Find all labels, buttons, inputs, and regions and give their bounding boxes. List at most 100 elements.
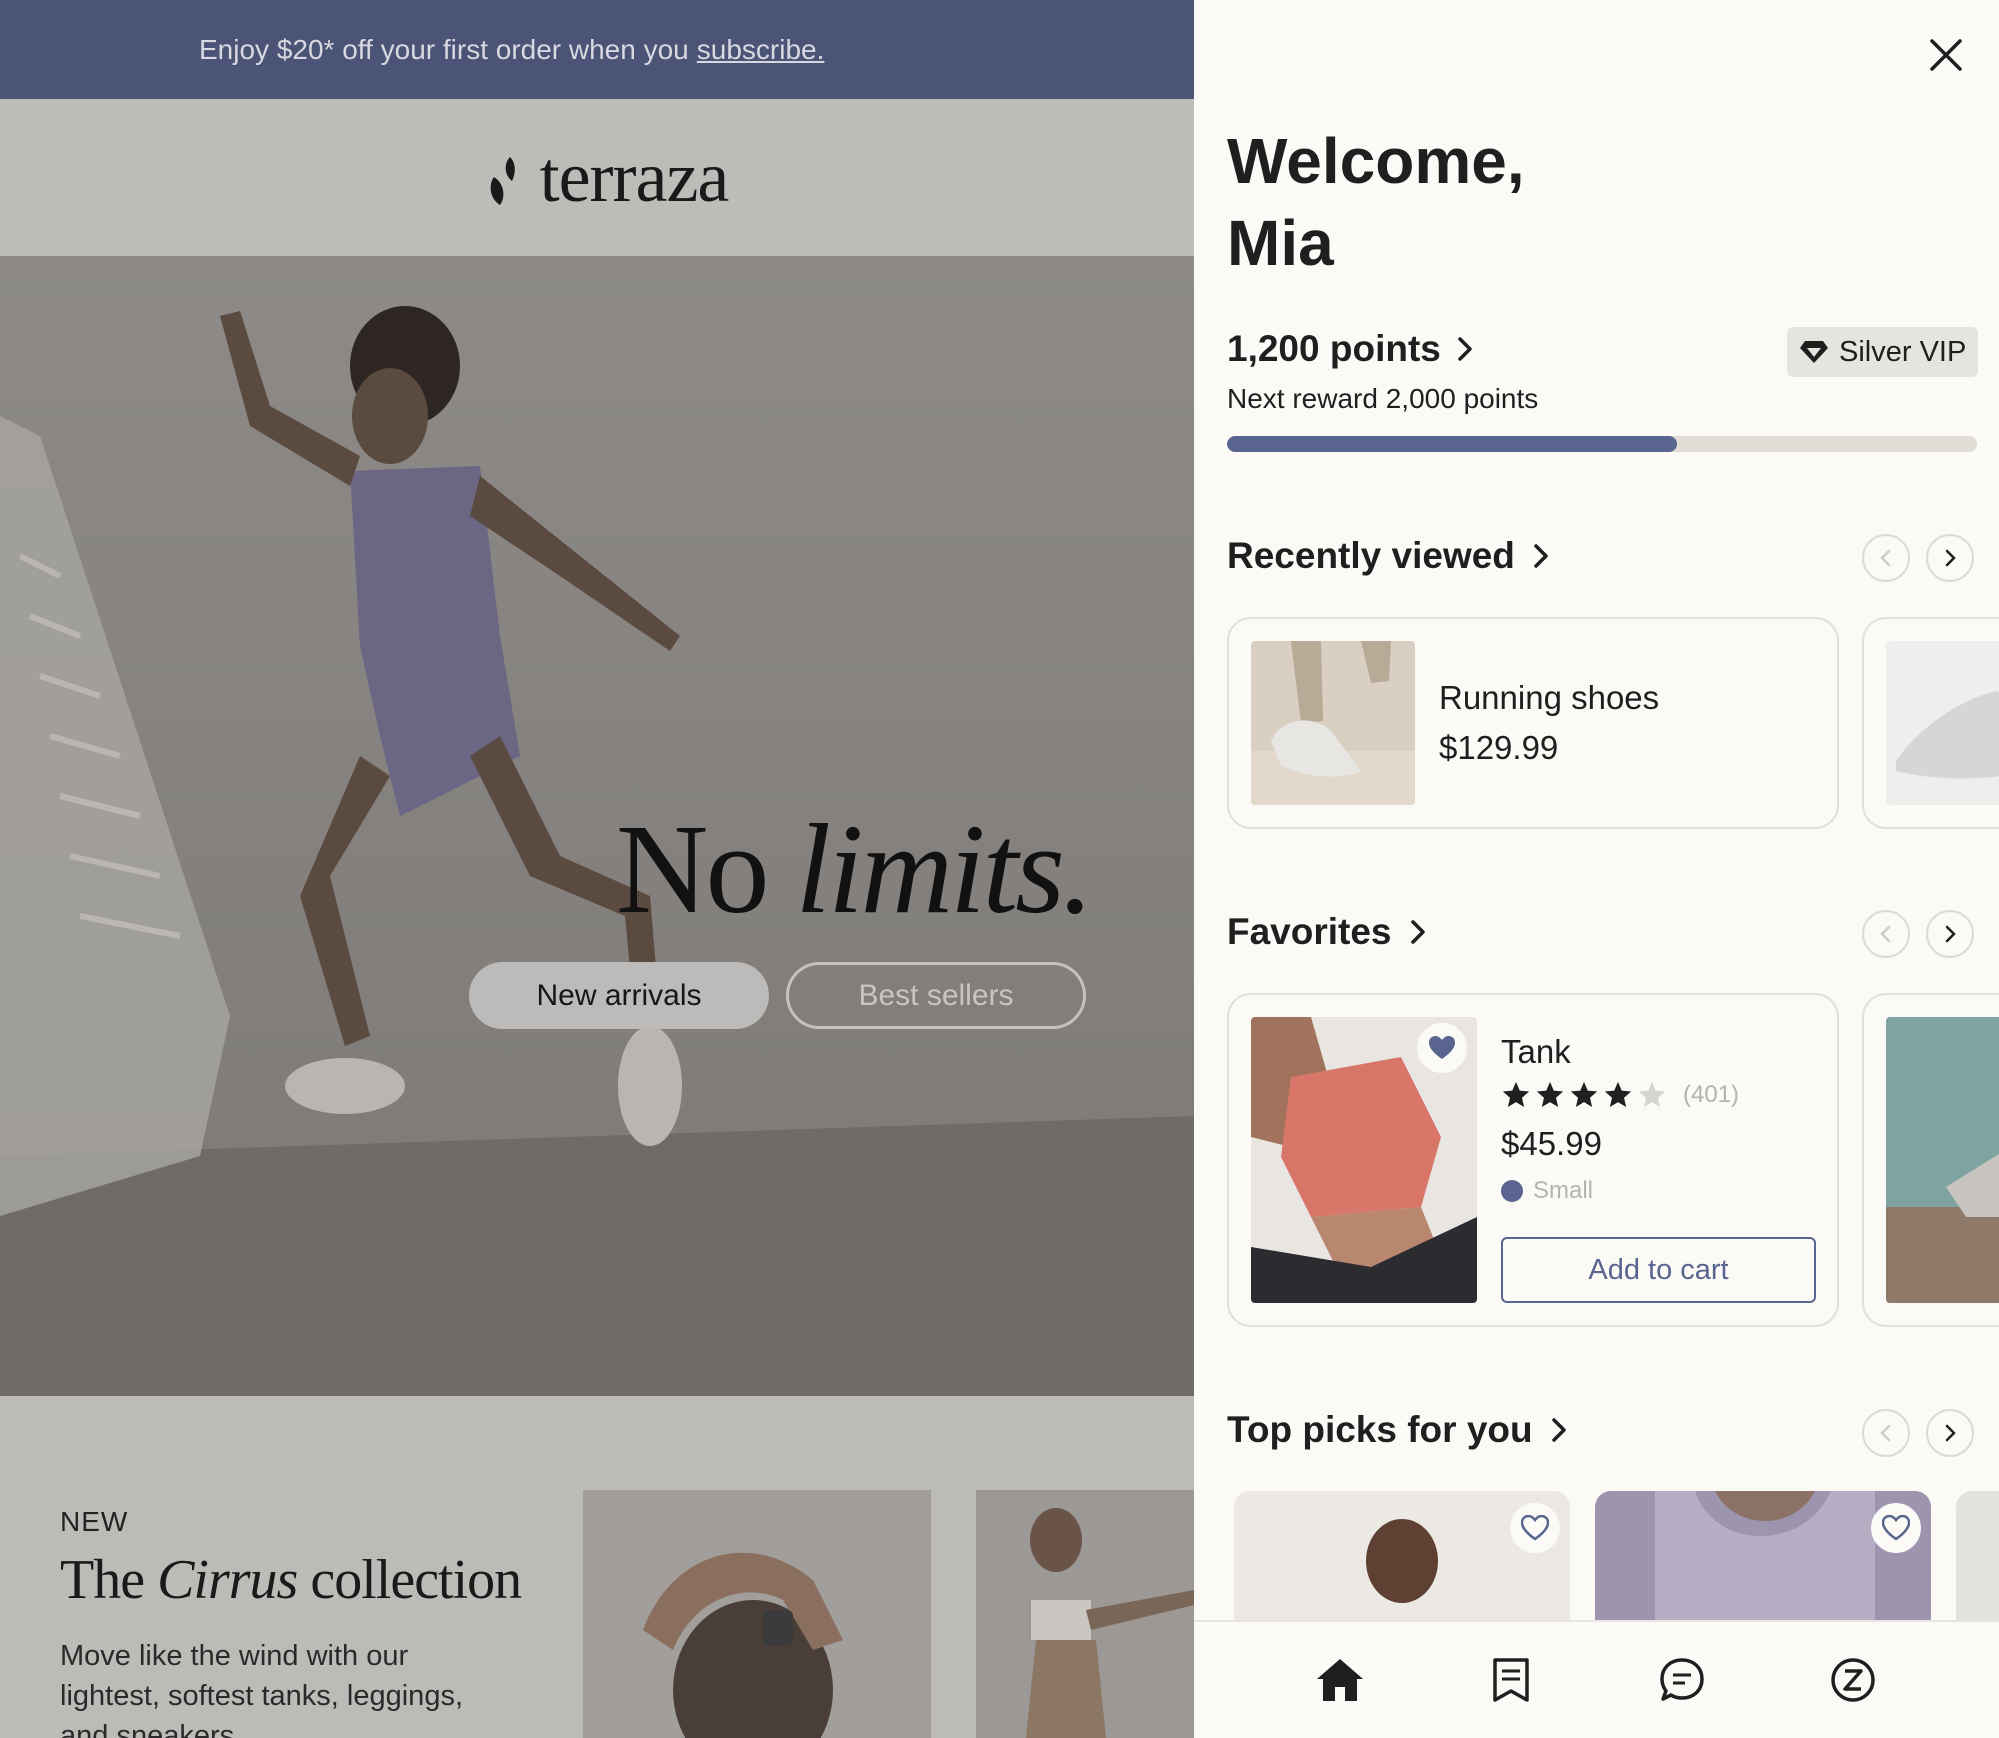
top-pick-card-3[interactable] <box>1956 1491 1999 1631</box>
review-count: (401) <box>1683 1081 1740 1108</box>
favorites-next-button[interactable] <box>1926 910 1974 958</box>
new-arrivals-button[interactable]: New arrivals <box>469 962 769 1029</box>
running-shoes-thumbnail <box>1251 641 1415 805</box>
chevron-right-icon <box>1534 544 1548 568</box>
close-button[interactable] <box>1921 30 1971 80</box>
rewards-icon <box>1831 1658 1876 1702</box>
title-suffix: collection <box>310 1549 522 1611</box>
heart-filled-icon <box>1429 1036 1455 1059</box>
running-shoes-image <box>1251 641 1415 805</box>
star-filled-icon <box>1604 1081 1632 1107</box>
bottom-navigation <box>1194 1620 1999 1738</box>
next-favorite-thumbnail <box>1886 1017 1999 1303</box>
pose-image <box>976 1490 1194 1738</box>
account-drawer: Welcome, Mia 1,200 points Next reward 2,0… <box>1194 0 1999 1738</box>
heart-outline-icon <box>1882 1515 1910 1541</box>
vip-label: Silver VIP <box>1839 335 1967 368</box>
top-picks-header[interactable]: Top picks for you <box>1227 1409 1569 1451</box>
color-swatch <box>1501 1180 1523 1202</box>
collection-photo-stretch[interactable] <box>583 1490 931 1738</box>
promo-text: Enjoy $20* off your first order when you <box>199 33 689 65</box>
collection-photo-pose[interactable] <box>976 1490 1194 1738</box>
chevron-right-icon <box>1945 549 1956 567</box>
reward-progress-fill <box>1227 436 1677 452</box>
size-label: Small <box>1533 1177 1594 1204</box>
top-picks-prev-button[interactable] <box>1862 1409 1910 1457</box>
next-favorite-image <box>1886 1017 1999 1303</box>
chevron-left-icon <box>1880 1424 1891 1442</box>
subscribe-link[interactable]: subscribe. <box>697 34 825 66</box>
sneaker-thumbnail <box>1886 641 1999 805</box>
promo-banner: Enjoy $20* off your first order when you… <box>0 0 1194 99</box>
sneaker-image <box>1886 641 1999 805</box>
stars <box>1501 1080 1667 1110</box>
top-picks-title: Top picks for you <box>1227 1409 1533 1450</box>
top-pick-image-3 <box>1956 1491 1999 1631</box>
favorites-header[interactable]: Favorites <box>1227 911 1428 953</box>
nav-rewards[interactable] <box>1823 1650 1883 1710</box>
rating-stars: (401) <box>1501 1080 1739 1110</box>
brand-logo[interactable]: terraza <box>486 136 729 219</box>
points-label: 1,200 points <box>1227 328 1441 369</box>
star-filled-icon <box>1570 1081 1598 1107</box>
home-icon <box>1316 1659 1363 1701</box>
product-name: Tank <box>1501 1033 1571 1070</box>
headline-plain: No <box>616 798 769 940</box>
leaf-logo-icon <box>490 156 515 205</box>
chevron-left-icon <box>1880 549 1891 567</box>
add-to-cart-button[interactable]: Add to cart <box>1501 1237 1816 1303</box>
chevron-right-icon <box>1551 1418 1566 1442</box>
star-empty-icon <box>1638 1081 1666 1107</box>
orders-icon <box>1493 1658 1529 1702</box>
chat-icon <box>1660 1658 1704 1701</box>
heart-outline-icon <box>1521 1515 1549 1541</box>
recently-viewed-card-next[interactable] <box>1862 617 1999 829</box>
recently-viewed-card[interactable]: Running shoes $129.99 <box>1227 617 1839 829</box>
favorite-card[interactable]: Tank (401) $45.99 Small Add to cart <box>1227 993 1839 1327</box>
nav-orders[interactable] <box>1481 1650 1541 1710</box>
recently-viewed-prev-button[interactable] <box>1862 534 1910 582</box>
collection-description: Move like the wind with our lightest, so… <box>60 1640 463 1738</box>
title-prefix: The <box>60 1549 145 1611</box>
collection-title[interactable]: The Cirrus collection <box>60 1548 522 1612</box>
product-price: $129.99 <box>1439 729 1559 766</box>
favorite-card-next[interactable] <box>1862 993 1999 1327</box>
star-filled-icon <box>1536 1081 1564 1107</box>
top-pick-1-favorite-button[interactable] <box>1510 1503 1560 1553</box>
best-sellers-button[interactable]: Best sellers <box>786 962 1086 1029</box>
favorites-prev-button[interactable] <box>1862 910 1910 958</box>
welcome-heading: Welcome, Mia <box>1227 125 1525 279</box>
storefront-page: Enjoy $20* off your first order when you… <box>0 0 1194 1738</box>
top-pick-2-favorite-button[interactable] <box>1871 1503 1921 1553</box>
site-header: terraza <box>0 99 1194 256</box>
collection-kicker: NEW <box>60 1506 129 1537</box>
reward-progress-bar <box>1227 436 1977 452</box>
next-reward-text: Next reward 2,000 points <box>1227 383 1539 414</box>
product-name: Running shoes <box>1439 679 1660 716</box>
chevron-right-icon <box>1458 337 1472 361</box>
star-filled-icon <box>1502 1081 1530 1107</box>
recently-viewed-header[interactable]: Recently viewed <box>1227 535 1551 577</box>
size-selection: Small <box>1501 1177 1593 1205</box>
recently-viewed-next-button[interactable] <box>1926 534 1974 582</box>
close-icon <box>1930 39 1962 71</box>
product-price: $45.99 <box>1501 1125 1602 1162</box>
chevron-right-icon <box>1410 920 1425 944</box>
favorites-title: Favorites <box>1227 911 1392 952</box>
nav-chat[interactable] <box>1652 1650 1712 1710</box>
points-link[interactable]: 1,200 points <box>1227 328 1475 370</box>
chevron-right-icon <box>1945 1424 1956 1442</box>
recently-viewed-title: Recently viewed <box>1227 535 1515 576</box>
nav-home[interactable] <box>1310 1650 1370 1710</box>
stretch-image <box>583 1490 931 1738</box>
brand-name: terraza <box>539 137 730 217</box>
top-picks-next-button[interactable] <box>1926 1409 1974 1457</box>
hero-banner: No limits. New arrivals Best sellers <box>0 256 1194 1396</box>
diamond-icon <box>1800 341 1828 363</box>
favorite-heart-button[interactable] <box>1417 1023 1467 1073</box>
chevron-right-icon <box>1945 925 1956 943</box>
hero-headline: No limits. <box>616 796 1094 943</box>
chevron-left-icon <box>1880 925 1891 943</box>
vip-status-badge[interactable]: Silver VIP <box>1787 327 1979 377</box>
headline-italic: limits. <box>795 798 1093 940</box>
